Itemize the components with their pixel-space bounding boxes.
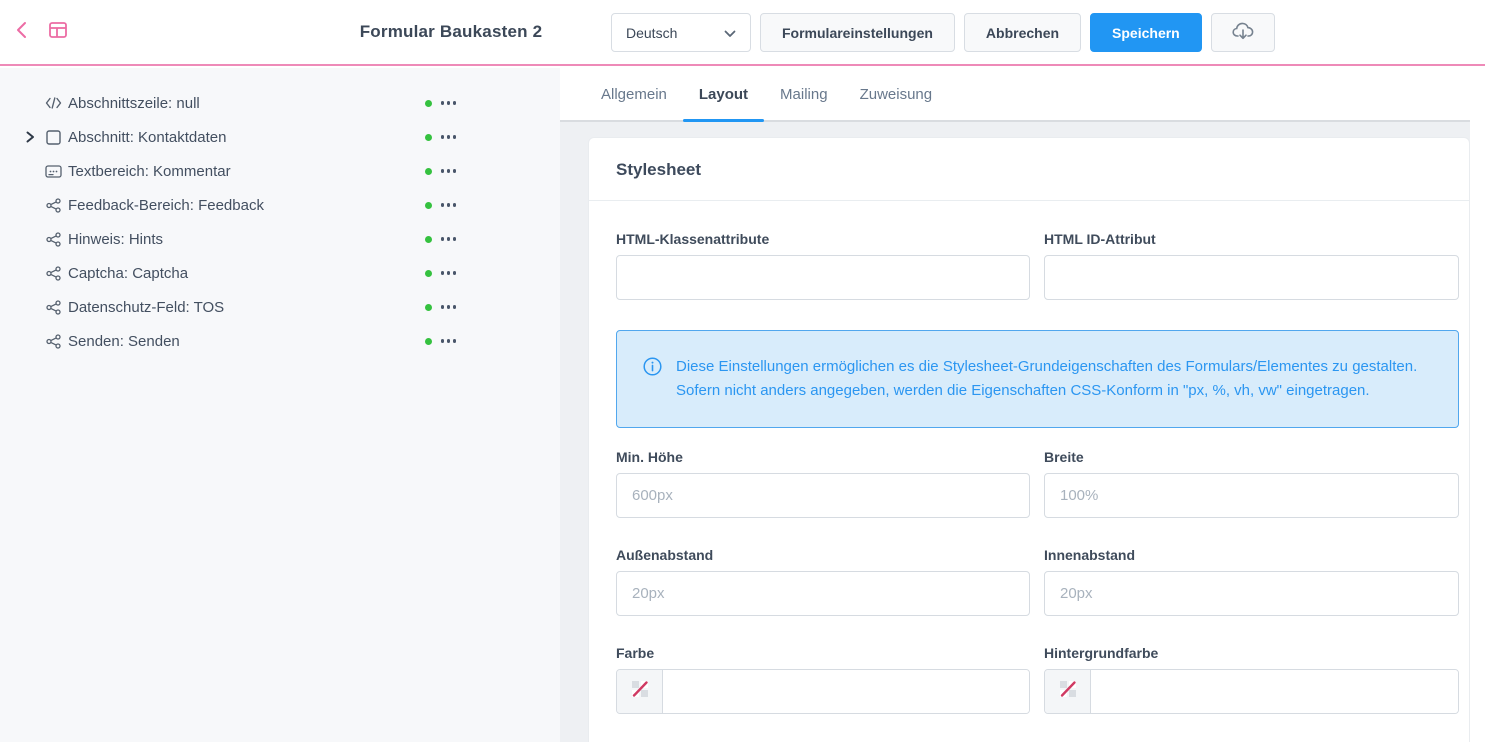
status-dot (425, 338, 432, 345)
field-label: Innenabstand (1044, 547, 1459, 563)
field-label: Farbe (616, 645, 1030, 661)
tree-item-captcha[interactable]: Captcha: Captcha (0, 256, 560, 290)
info-icon (643, 357, 662, 403)
item-menu-button[interactable] (441, 233, 457, 245)
info-text: Diese Einstellungen ermöglichen es die S… (676, 355, 1428, 403)
save-button[interactable]: Speichern (1090, 13, 1202, 52)
status-dot (425, 304, 432, 311)
tree-item-senden[interactable]: Senden: Senden (0, 324, 560, 358)
share-icon (45, 232, 62, 247)
divider (589, 200, 1469, 201)
info-box: Diese Einstellungen ermöglichen es die S… (616, 330, 1459, 428)
no-color-icon (1059, 680, 1077, 703)
tree-item-label: Captcha: Captcha (68, 265, 188, 282)
main-area: Allgemein Layout Mailing Zuweisung Style… (560, 68, 1485, 742)
no-color-icon (631, 680, 649, 703)
language-select[interactable]: Deutsch (611, 13, 751, 52)
status-dot (425, 202, 432, 209)
item-menu-button[interactable] (441, 301, 457, 313)
tree-item-label: Feedback-Bereich: Feedback (68, 197, 264, 214)
share-icon (45, 334, 62, 349)
status-dot (425, 134, 432, 141)
form-builder-app: Formular Baukasten 2 Deutsch Formularein… (0, 0, 1485, 742)
html-id-input[interactable] (1044, 255, 1459, 300)
status-dot (425, 236, 432, 243)
field-label: Breite (1044, 449, 1459, 465)
stylesheet-form: HTML-Klassenattribute HTML ID-Attribut D… (616, 231, 1457, 714)
tree-item-label: Abschnittszeile: null (68, 95, 200, 112)
color-picker-swatch[interactable] (617, 670, 663, 713)
tree-item-label: Datenschutz-Feld: TOS (68, 299, 224, 316)
item-menu-button[interactable] (441, 267, 457, 279)
chevron-down-icon (724, 25, 736, 41)
field-html-id: HTML ID-Attribut (1044, 231, 1459, 300)
field-label: HTML ID-Attribut (1044, 231, 1459, 247)
panel-heading: Stylesheet (616, 160, 1457, 180)
share-icon (45, 300, 62, 315)
share-icon (45, 198, 62, 213)
field-label: Außenabstand (616, 547, 1030, 563)
field-label: HTML-Klassenattribute (616, 231, 1030, 247)
width-input[interactable] (1044, 473, 1459, 518)
language-select-value: Deutsch (626, 25, 677, 41)
margin-input[interactable] (616, 571, 1030, 616)
status-dot (425, 168, 432, 175)
background-color-input[interactable] (1091, 670, 1458, 713)
field-color: Farbe (616, 645, 1030, 714)
tree-item-label: Hinweis: Hints (68, 231, 163, 248)
tree-item-label: Abschnitt: Kontaktdaten (68, 129, 226, 146)
padding-input[interactable] (1044, 571, 1459, 616)
field-margin: Außenabstand (616, 547, 1030, 616)
tab-bar: Allgemein Layout Mailing Zuweisung (560, 68, 1485, 122)
item-menu-button[interactable] (441, 97, 457, 109)
tree-item-feedback[interactable]: Feedback-Bereich: Feedback (0, 188, 560, 222)
tree-item-abschnittszeile[interactable]: Abschnittszeile: null (0, 86, 560, 120)
chevron-right-icon[interactable] (26, 131, 45, 143)
status-dot (425, 100, 432, 107)
min-height-input[interactable] (616, 473, 1030, 518)
status-dot (425, 270, 432, 277)
tab-zuweisung[interactable]: Zuweisung (844, 68, 949, 120)
form-settings-button[interactable]: Formulareinstellungen (760, 13, 955, 52)
field-width: Breite (1044, 449, 1459, 518)
cancel-button[interactable]: Abbrechen (964, 13, 1081, 52)
tree-item-hinweis[interactable]: Hinweis: Hints (0, 222, 560, 256)
color-input[interactable] (663, 670, 1029, 713)
item-menu-button[interactable] (441, 335, 457, 347)
tree-item-textbereich[interactable]: Textbereich: Kommentar (0, 154, 560, 188)
export-button[interactable] (1211, 13, 1275, 52)
tree-item-abschnitt[interactable]: Abschnitt: Kontaktdaten (0, 120, 560, 154)
tree-item-label: Textbereich: Kommentar (68, 163, 231, 180)
field-background-color: Hintergrundfarbe (1044, 645, 1459, 714)
item-menu-button[interactable] (441, 199, 457, 211)
item-menu-button[interactable] (441, 165, 457, 177)
field-label: Min. Höhe (616, 449, 1030, 465)
field-html-class: HTML-Klassenattribute (616, 231, 1030, 300)
code-icon (45, 97, 62, 109)
tab-mailing[interactable]: Mailing (764, 68, 844, 120)
html-class-input[interactable] (616, 255, 1030, 300)
field-label: Hintergrundfarbe (1044, 645, 1459, 661)
color-picker-swatch[interactable] (1045, 670, 1091, 713)
tab-allgemein[interactable]: Allgemein (585, 68, 683, 120)
header: Formular Baukasten 2 Deutsch Formularein… (0, 0, 1485, 66)
tree-item-datenschutz[interactable]: Datenschutz-Feld: TOS (0, 290, 560, 324)
field-padding: Innenabstand (1044, 547, 1459, 616)
element-tree: Abschnittszeile: null Abschnitt: Kontakt… (0, 68, 560, 742)
section-icon (45, 130, 62, 145)
item-menu-button[interactable] (441, 131, 457, 143)
share-icon (45, 266, 62, 281)
field-min-height: Min. Höhe (616, 449, 1030, 518)
tab-layout[interactable]: Layout (683, 68, 764, 120)
stylesheet-panel: Stylesheet HTML-Klassenattribute HTML ID… (588, 137, 1470, 742)
textarea-icon (45, 165, 62, 178)
scrollbar-track[interactable] (1470, 68, 1485, 742)
cloud-download-icon (1232, 21, 1254, 44)
tree-item-label: Senden: Senden (68, 333, 180, 350)
